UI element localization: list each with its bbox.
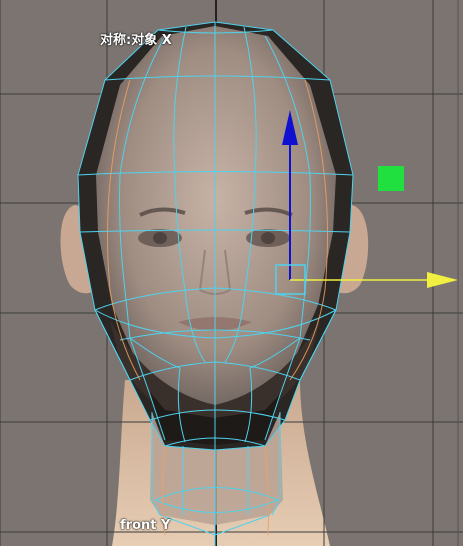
camera-label: front Y (120, 518, 171, 533)
viewport-canvas[interactable] (0, 0, 463, 546)
selection-handle-green[interactable] (378, 166, 404, 191)
viewport-front[interactable]: 对称:对象 X front Y (0, 0, 463, 546)
symmetry-label: 对称:对象 X (100, 33, 172, 48)
